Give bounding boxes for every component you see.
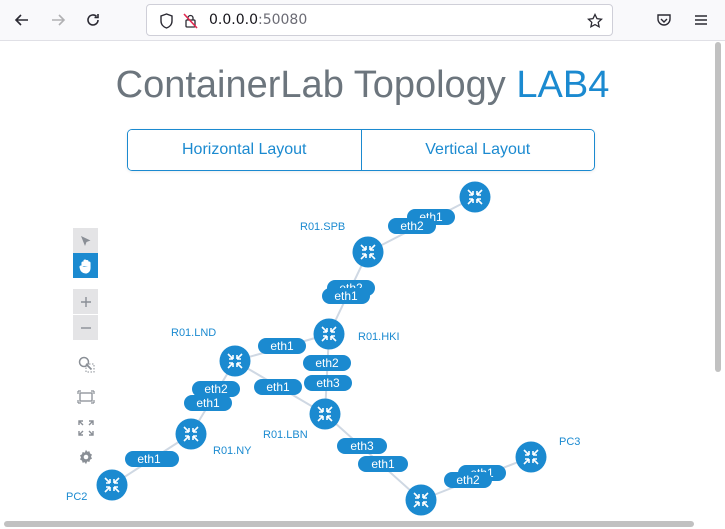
- node-label: PC2: [66, 491, 87, 503]
- svg-text:eth1: eth1: [270, 339, 294, 353]
- router-icon[interactable]: [175, 418, 207, 450]
- svg-text:eth2: eth2: [315, 356, 339, 370]
- zoom-region-icon[interactable]: [73, 351, 98, 376]
- interface-label: eth3: [337, 438, 387, 454]
- pan-icon[interactable]: [73, 253, 98, 278]
- node-label: R01.LBN: [263, 429, 308, 441]
- zoom-out-icon[interactable]: [73, 315, 98, 340]
- page-content: ContainerLab Topology LAB4 Horizontal La…: [0, 42, 725, 529]
- router-icon[interactable]: [313, 318, 345, 350]
- browser-toolbar: 0.0.0.0:50080: [0, 0, 725, 41]
- topology-graph[interactable]: eth1eth2eth2eth1eth1eth2eth1eth2eth1eth1…: [0, 42, 725, 529]
- interface-label: eth2: [388, 218, 436, 234]
- interface-label: eth1: [322, 288, 370, 304]
- insecure-lock-icon[interactable]: [181, 12, 199, 30]
- svg-text:eth1: eth1: [266, 380, 290, 394]
- router-node[interactable]: PC3: [515, 436, 581, 473]
- router-icon[interactable]: [309, 398, 341, 430]
- svg-text:eth2: eth2: [204, 382, 228, 396]
- router-node[interactable]: [459, 181, 491, 213]
- router-icon[interactable]: [219, 345, 251, 377]
- router-node[interactable]: R01.HKI: [313, 318, 400, 350]
- fullscreen-icon[interactable]: [73, 415, 98, 440]
- interface-label: eth2: [303, 355, 351, 371]
- svg-text:eth3: eth3: [316, 376, 340, 390]
- router-node[interactable]: PC2: [66, 469, 128, 504]
- router-node[interactable]: [405, 484, 437, 516]
- interface-label: eth2: [444, 472, 492, 488]
- svg-text:eth1: eth1: [196, 396, 220, 410]
- node-label: R01.NY: [213, 445, 252, 457]
- node-label: R01.LND: [171, 327, 216, 339]
- bookmark-star-icon[interactable]: [586, 12, 604, 30]
- url-text[interactable]: 0.0.0.0:50080: [209, 12, 307, 28]
- reload-icon[interactable]: [79, 6, 107, 34]
- settings-icon[interactable]: [73, 444, 98, 469]
- router-node[interactable]: R01.LBN: [263, 398, 341, 442]
- node-label: R01.SPB: [300, 221, 345, 233]
- fit-icon[interactable]: [73, 384, 98, 409]
- node-label: R01.HKI: [358, 331, 400, 343]
- shield-icon[interactable]: [157, 12, 175, 30]
- router-icon[interactable]: [352, 236, 384, 268]
- zoom-in-icon[interactable]: [73, 289, 98, 314]
- svg-text:eth1: eth1: [137, 452, 161, 466]
- pocket-icon[interactable]: [650, 6, 678, 34]
- router-node[interactable]: R01.SPB: [300, 221, 384, 268]
- back-icon[interactable]: [8, 6, 36, 34]
- menu-icon[interactable]: [687, 6, 715, 34]
- interface-label: eth3: [304, 375, 352, 391]
- horizontal-scrollbar[interactable]: [4, 521, 694, 527]
- forward-icon[interactable]: [44, 6, 72, 34]
- svg-text:eth2: eth2: [456, 473, 480, 487]
- interface-label: eth2: [192, 381, 240, 397]
- interface-label: eth1: [258, 338, 306, 354]
- svg-text:eth1: eth1: [334, 289, 358, 303]
- router-icon[interactable]: [405, 484, 437, 516]
- node-label: PC3: [559, 436, 580, 448]
- interface-label: eth1: [184, 395, 232, 411]
- router-node[interactable]: R01.LND: [171, 327, 251, 377]
- interface-label: eth1: [125, 451, 173, 467]
- vertical-scrollbar[interactable]: [715, 42, 721, 372]
- router-icon[interactable]: [459, 181, 491, 213]
- svg-text:eth3: eth3: [350, 439, 374, 453]
- interface-label: eth1: [254, 379, 302, 395]
- interface-label: eth1: [358, 456, 408, 472]
- router-icon[interactable]: [96, 469, 128, 501]
- router-node[interactable]: R01.NY: [175, 418, 253, 458]
- select-icon[interactable]: [73, 228, 98, 253]
- svg-text:eth2: eth2: [400, 219, 424, 233]
- address-bar[interactable]: 0.0.0.0:50080: [146, 4, 613, 36]
- svg-text:eth1: eth1: [371, 457, 395, 471]
- router-icon[interactable]: [515, 441, 547, 473]
